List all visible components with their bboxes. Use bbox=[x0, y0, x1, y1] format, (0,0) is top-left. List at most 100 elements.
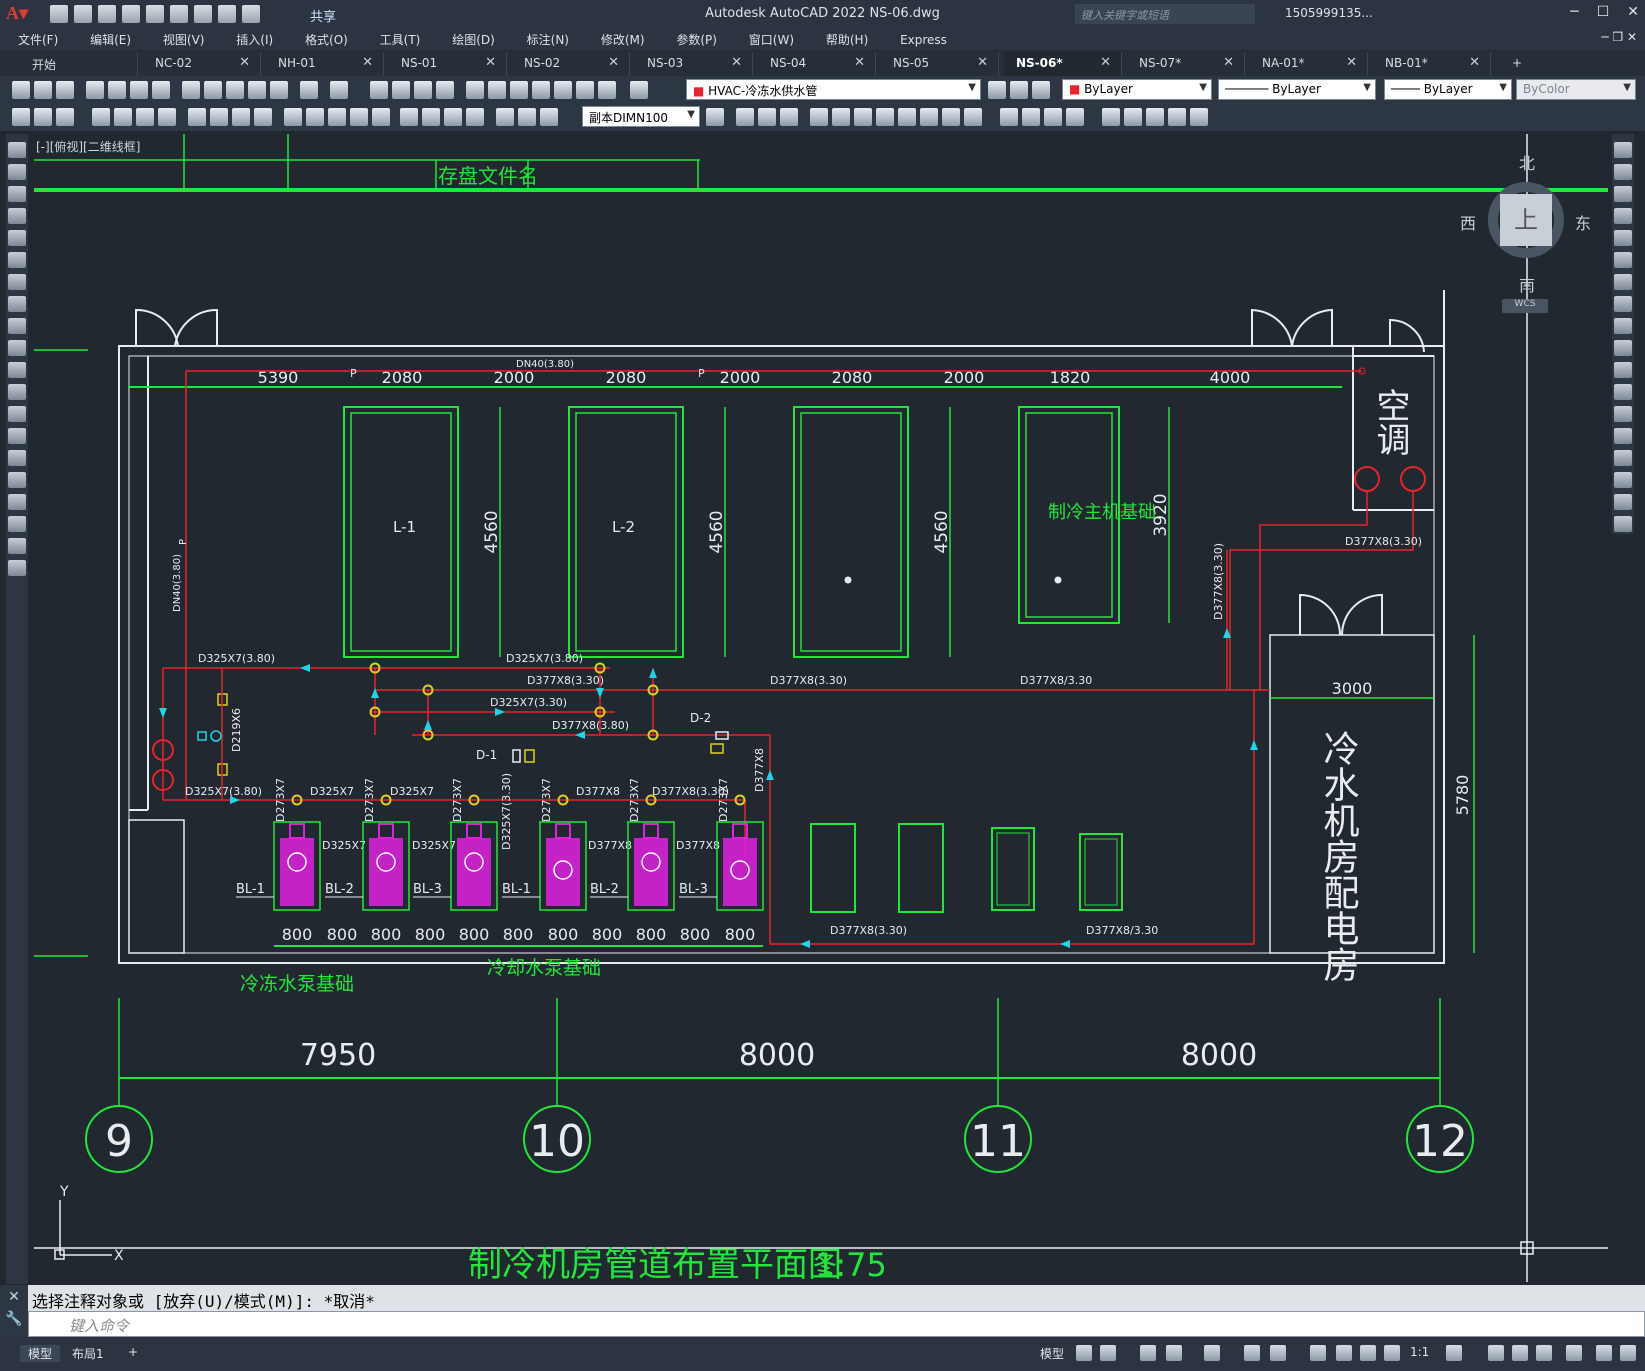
jogged-dim-icon[interactable] bbox=[210, 108, 228, 126]
tab-nb-01[interactable]: NB-01* ✕ bbox=[1373, 52, 1491, 76]
point-icon[interactable] bbox=[8, 428, 26, 444]
blend-curves-icon[interactable] bbox=[1614, 494, 1632, 510]
osnap-icon[interactable] bbox=[1270, 1345, 1286, 1361]
hatch-icon[interactable] bbox=[8, 450, 26, 466]
add-layout-icon[interactable]: + bbox=[128, 1345, 138, 1359]
isolate-objects-icon[interactable] bbox=[1566, 1345, 1582, 1361]
break-icon[interactable] bbox=[1614, 406, 1632, 422]
dim-update-icon[interactable] bbox=[540, 108, 558, 126]
tab-ns-02[interactable]: NS-02 ✕ bbox=[512, 52, 630, 76]
close-tab-icon[interactable]: ✕ bbox=[362, 55, 373, 70]
open-icon[interactable] bbox=[34, 81, 52, 99]
view-icon[interactable] bbox=[1124, 108, 1142, 126]
ellipse-icon[interactable] bbox=[8, 340, 26, 356]
mirror-icon[interactable] bbox=[1614, 186, 1632, 202]
layer-previous-icon[interactable] bbox=[1010, 81, 1028, 99]
quick-dim-icon[interactable] bbox=[284, 108, 302, 126]
polar-icon[interactable] bbox=[1166, 1345, 1182, 1361]
table-icon[interactable] bbox=[8, 516, 26, 532]
view-icon[interactable] bbox=[1044, 108, 1062, 126]
trim-icon[interactable] bbox=[1614, 340, 1632, 356]
view-icon[interactable] bbox=[1000, 108, 1018, 126]
sheet-set-icon[interactable] bbox=[532, 81, 550, 99]
menu-modify[interactable]: 修改(M) bbox=[583, 28, 655, 48]
offset-icon[interactable] bbox=[1614, 208, 1632, 224]
tolerance-icon[interactable] bbox=[400, 108, 418, 126]
construction-line-icon[interactable] bbox=[8, 164, 26, 180]
view-icon[interactable] bbox=[1190, 108, 1208, 126]
snap-icon[interactable] bbox=[1100, 1345, 1116, 1361]
tab-ns-06[interactable]: NS-06* ✕ bbox=[1004, 52, 1122, 76]
redo-icon[interactable] bbox=[330, 81, 348, 99]
zoom-window-icon[interactable] bbox=[414, 81, 432, 99]
jogged-linear-icon[interactable] bbox=[466, 108, 484, 126]
tab-ns-01[interactable]: NS-01 ✕ bbox=[389, 52, 507, 76]
close-tab-icon[interactable]: ✕ bbox=[731, 55, 742, 70]
close-tab-icon[interactable]: ✕ bbox=[977, 55, 988, 70]
user-account[interactable]: 1505999135... bbox=[1285, 6, 1373, 20]
tab-ns-07[interactable]: NS-07* ✕ bbox=[1127, 52, 1245, 76]
quick-properties-icon[interactable] bbox=[1536, 1345, 1552, 1361]
polygon-icon[interactable] bbox=[8, 208, 26, 224]
ucs-icon[interactable] bbox=[780, 108, 798, 126]
menu-file[interactable]: 文件(F) bbox=[0, 28, 68, 48]
model-space-button[interactable]: 模型 bbox=[1040, 1345, 1064, 1362]
layer-state-icon[interactable] bbox=[1032, 81, 1050, 99]
dim-text-edit-icon[interactable] bbox=[518, 108, 536, 126]
ordinate-dim-icon[interactable] bbox=[158, 108, 176, 126]
linear-dim-icon[interactable] bbox=[92, 108, 110, 126]
line-icon[interactable] bbox=[8, 142, 26, 158]
polyline-icon[interactable] bbox=[8, 186, 26, 202]
close-icon[interactable]: ✕ bbox=[1627, 4, 1639, 20]
match-properties-icon[interactable] bbox=[248, 81, 266, 99]
paste-icon[interactable] bbox=[226, 81, 244, 99]
menu-edit[interactable]: 编辑(E) bbox=[72, 28, 141, 48]
plotstyle-dropdown[interactable]: ByColor ▼ bbox=[1516, 79, 1636, 100]
zoom-realtime-icon[interactable] bbox=[392, 81, 410, 99]
modify-icon[interactable] bbox=[832, 108, 850, 126]
dimstyle-dropdown[interactable]: 副本DIMN100 ▼ bbox=[582, 106, 700, 127]
tab-nh-01[interactable]: NH-01 ✕ bbox=[266, 52, 384, 76]
pan-icon[interactable] bbox=[370, 81, 388, 99]
extend-icon[interactable] bbox=[1614, 362, 1632, 378]
units-icon[interactable] bbox=[1512, 1345, 1528, 1361]
aligned-dim-icon[interactable] bbox=[114, 108, 132, 126]
modify-icon[interactable] bbox=[920, 108, 938, 126]
osnap-tracking-icon[interactable] bbox=[1244, 1345, 1260, 1361]
modify-icon[interactable] bbox=[810, 108, 828, 126]
drawing-canvas[interactable]: 存盘文件名 5390 2080 2000 2080 2000 2080 2000… bbox=[30, 134, 1610, 1282]
dim-space-icon[interactable] bbox=[350, 108, 368, 126]
view-icon[interactable] bbox=[1102, 108, 1120, 126]
scale-dropdown[interactable]: 1:1 bbox=[1410, 1345, 1429, 1359]
color-dropdown[interactable]: ■ ByLayer ▼ bbox=[1062, 79, 1212, 100]
quickcalc-icon[interactable] bbox=[576, 81, 594, 99]
spline-icon[interactable] bbox=[8, 318, 26, 334]
markup-icon[interactable] bbox=[554, 81, 572, 99]
annotation-visibility-icon[interactable] bbox=[1336, 1345, 1352, 1361]
new-tab-icon[interactable]: + bbox=[1500, 52, 1530, 76]
doc-window-controls[interactable]: ─ ❐ ✕ bbox=[1601, 30, 1637, 44]
tab-ns-04[interactable]: NS-04 ✕ bbox=[758, 52, 876, 76]
dim-style-icon[interactable] bbox=[706, 108, 724, 126]
save-icon[interactable] bbox=[56, 81, 74, 99]
tab-layout1[interactable]: 布局1 bbox=[72, 1345, 104, 1362]
fillet-icon[interactable] bbox=[1614, 472, 1632, 488]
menu-tools[interactable]: 工具(T) bbox=[362, 28, 431, 48]
menu-window[interactable]: 窗口(W) bbox=[731, 28, 804, 48]
menu-draw[interactable]: 绘图(D) bbox=[434, 28, 505, 48]
copy-icon[interactable] bbox=[1614, 164, 1632, 180]
radius-dim-icon[interactable] bbox=[188, 108, 206, 126]
revision-cloud-icon[interactable] bbox=[8, 296, 26, 312]
menu-express[interactable]: Express bbox=[882, 30, 957, 47]
copy-icon[interactable] bbox=[204, 81, 222, 99]
tool-icon[interactable] bbox=[12, 108, 30, 126]
auto-scale-icon[interactable] bbox=[1360, 1345, 1376, 1361]
rotate-icon[interactable] bbox=[1614, 274, 1632, 290]
linetype-dropdown[interactable]: ────── ByLayer ▼ bbox=[1218, 79, 1376, 100]
minimize-icon[interactable]: ─ bbox=[1570, 4, 1578, 20]
viewcube-top[interactable]: 上 bbox=[1500, 194, 1552, 246]
multiline-text-icon[interactable] bbox=[8, 538, 26, 554]
rectangle-icon[interactable] bbox=[8, 230, 26, 246]
lineweight-icon[interactable] bbox=[1310, 1345, 1326, 1361]
viewcube-west[interactable]: 西 bbox=[1460, 210, 1476, 234]
